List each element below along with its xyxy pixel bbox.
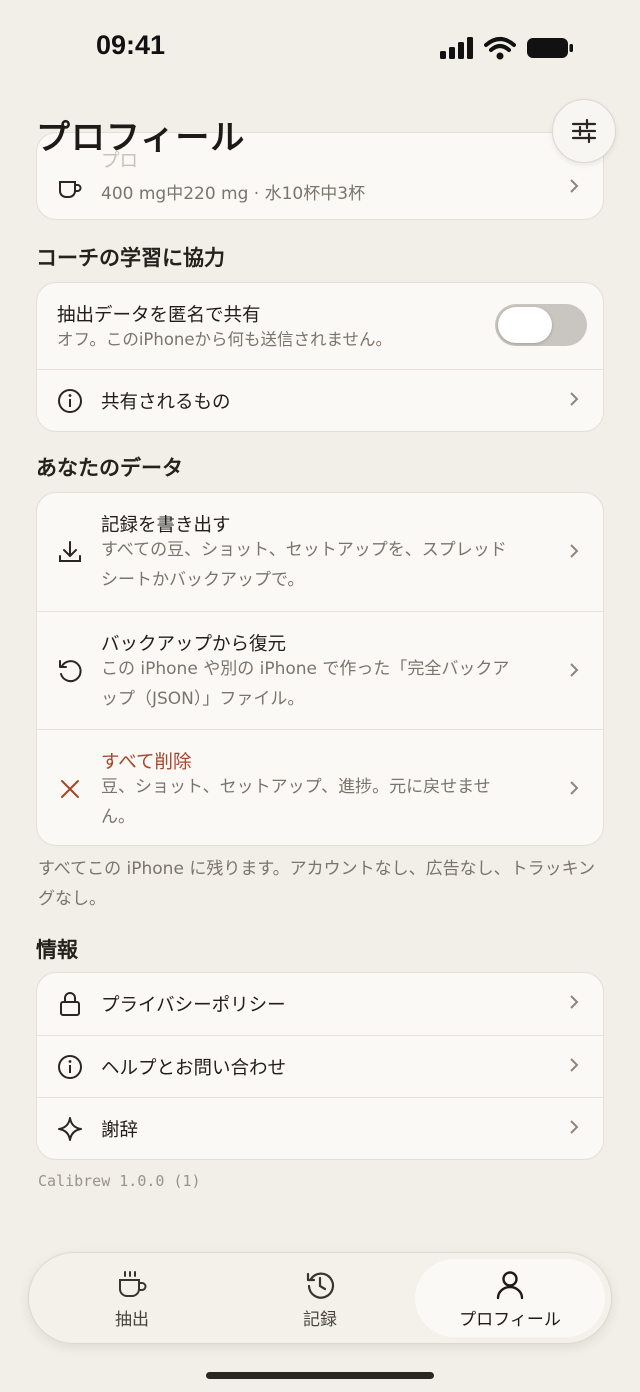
- what-shared-row[interactable]: 共有されるもの: [37, 369, 603, 431]
- chevron-right-icon: [570, 781, 579, 795]
- info-section-title: 情報: [36, 938, 78, 962]
- help-title: ヘルプとお問い合わせ: [101, 1058, 287, 1079]
- tab-profile-label: プロフィール: [459, 1310, 561, 1330]
- coach-card: 抽出データを匿名で共有 オフ。このiPhoneから何も送信されません。 共有され…: [36, 282, 604, 432]
- version-label: Calibrew 1.0.0 (1): [38, 1172, 201, 1190]
- data-card: 記録を書き出す すべての豆、ショット、セットアップを、スプレッドシートかバックア…: [36, 492, 604, 846]
- tab-bar: 抽出 記録 プロフィール: [28, 1252, 612, 1344]
- what-shared-title: 共有されるもの: [101, 392, 231, 413]
- restore-icon: [57, 658, 83, 684]
- export-title: 記録を書き出す: [101, 515, 231, 536]
- status-time: 09:41: [96, 30, 166, 60]
- wifi-icon: [484, 37, 516, 60]
- tab-profile[interactable]: プロフィール: [415, 1259, 605, 1337]
- restore-row[interactable]: バックアップから復元 この iPhone や別の iPhone で作った「完全バ…: [37, 611, 603, 729]
- data-section-title: あなたのデータ: [36, 456, 183, 480]
- info-icon: [57, 1054, 83, 1080]
- coach-section-title: コーチの学習に協力: [36, 246, 225, 270]
- chevron-right-icon: [570, 179, 579, 193]
- lock-icon: [57, 991, 83, 1017]
- share-row[interactable]: 抽出データを匿名で共有 オフ。このiPhoneから何も送信されません。: [37, 283, 603, 369]
- restore-subtitle: この iPhone や別の iPhone で作った「完全バックアップ（JSON）…: [101, 659, 510, 709]
- credits-row[interactable]: 謝辞: [37, 1097, 603, 1159]
- close-icon: [57, 776, 83, 802]
- tab-history[interactable]: 記録: [225, 1259, 415, 1337]
- person-icon: [496, 1271, 524, 1300]
- data-footnote: すべてこの iPhone に残ります。アカウントなし、広告なし、トラッキングなし…: [38, 859, 596, 909]
- chevron-right-icon: [570, 1058, 579, 1072]
- restore-title: バックアップから復元: [101, 634, 287, 655]
- sliders-icon: [571, 118, 597, 144]
- delete-title: すべて削除: [101, 752, 192, 773]
- sparkle-icon: [57, 1116, 83, 1142]
- chevron-right-icon: [570, 392, 579, 406]
- privacy-row[interactable]: プライバシーポリシー: [37, 973, 603, 1035]
- chevron-right-icon: [570, 663, 579, 677]
- delete-subtitle: 豆、ショット、セットアップ、進捗。元に戻せません。: [101, 777, 491, 827]
- history-icon: [306, 1272, 335, 1299]
- status-bar: 09:41: [0, 0, 640, 96]
- pro-subtitle: 400 mg中220 mg · 水10杯中3杯: [101, 184, 366, 204]
- privacy-title: プライバシーポリシー: [101, 995, 286, 1016]
- download-icon: [57, 539, 83, 565]
- tab-history-label: 記録: [303, 1310, 337, 1330]
- delete-row[interactable]: すべて削除 豆、ショット、セットアップ、進捗。元に戻せません。: [37, 729, 603, 845]
- cup-icon: [57, 175, 83, 201]
- tab-brew-label: 抽出: [115, 1310, 149, 1330]
- share-toggle[interactable]: [495, 304, 587, 346]
- share-title: 抽出データを匿名で共有: [57, 305, 261, 326]
- cellular-signal-icon: [440, 37, 473, 59]
- nav-header: プロフィール: [0, 96, 640, 172]
- page-title: プロフィール: [36, 118, 246, 158]
- chevron-right-icon: [570, 544, 579, 558]
- export-subtitle: すべての豆、ショット、セットアップを、スプレッドシートかバックアップで。: [101, 540, 507, 590]
- info-card: プライバシーポリシー ヘルプとお問い合わせ 謝辞: [36, 972, 604, 1160]
- tab-brew[interactable]: 抽出: [37, 1259, 227, 1337]
- info-icon: [57, 388, 83, 414]
- chevron-right-icon: [570, 1120, 579, 1134]
- home-indicator[interactable]: [206, 1372, 434, 1379]
- cup-icon: [119, 1271, 147, 1297]
- share-subtitle: オフ。このiPhoneから何も送信されません。: [57, 330, 393, 349]
- toggle-knob: [498, 307, 552, 343]
- chevron-right-icon: [570, 995, 579, 1009]
- export-row[interactable]: 記録を書き出す すべての豆、ショット、セットアップを、スプレッドシートかバックア…: [37, 493, 603, 611]
- credits-title: 謝辞: [101, 1120, 139, 1141]
- settings-button[interactable]: [552, 99, 616, 163]
- status-icons: [440, 36, 574, 60]
- help-row[interactable]: ヘルプとお問い合わせ: [37, 1035, 603, 1097]
- battery-icon: [527, 38, 573, 58]
